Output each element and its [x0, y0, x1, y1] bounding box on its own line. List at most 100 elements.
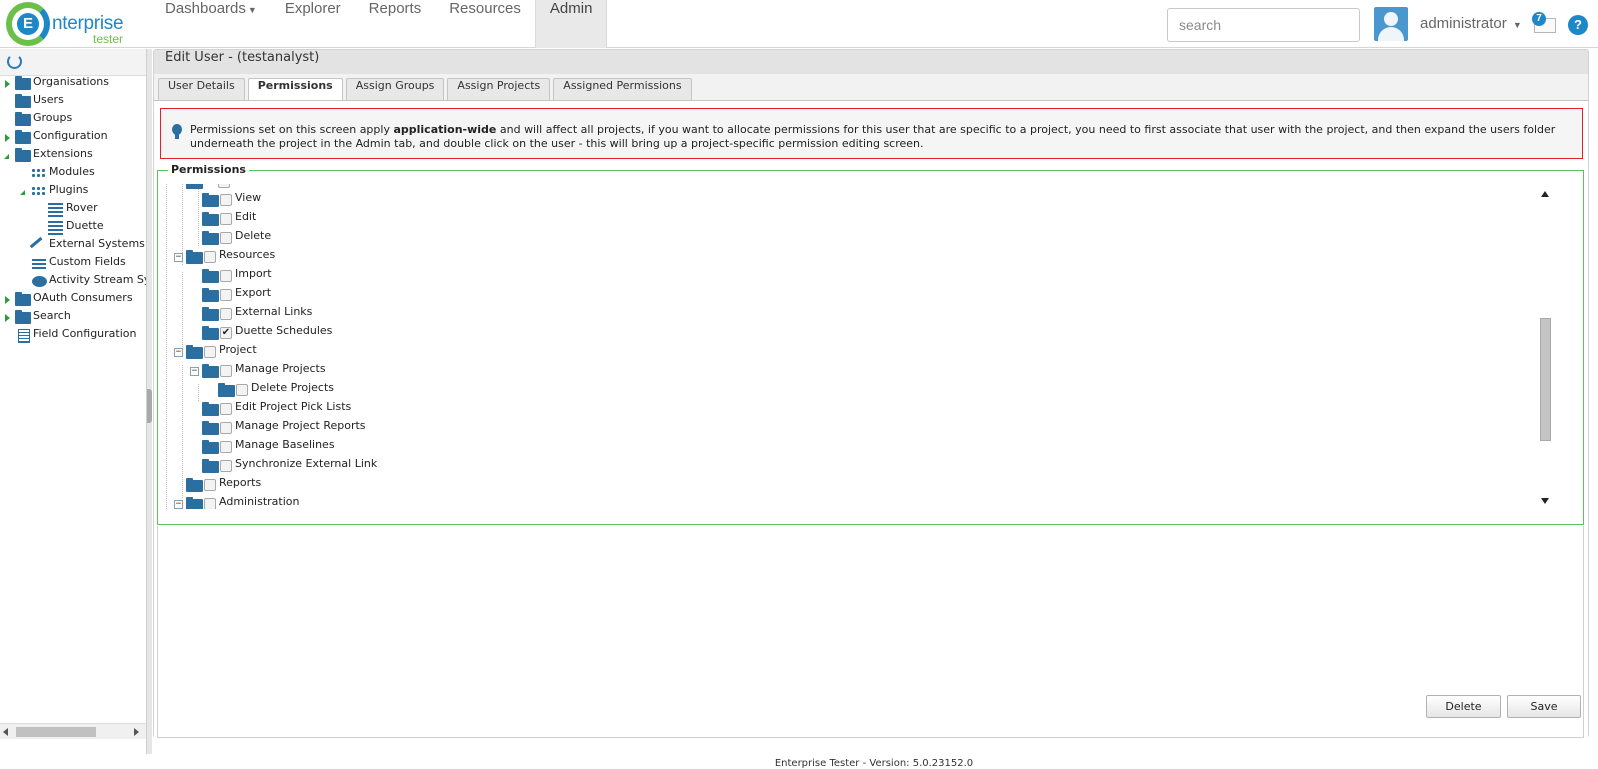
permissions-tree: View Edit Delete − Resources Import Expo… [159, 184, 1532, 509]
permission-checkbox[interactable] [220, 422, 232, 434]
permission-checkbox[interactable] [204, 479, 216, 491]
nav-dashboards[interactable]: Dashboards ▼ [151, 0, 271, 48]
tree-item-configuration[interactable]: Configuration [0, 129, 146, 147]
expand-arrow-icon[interactable] [5, 80, 10, 88]
collapse-toggle-icon[interactable]: − [174, 500, 183, 509]
permission-label[interactable]: Duette Schedules [235, 324, 332, 337]
tree-item-plugins[interactable]: Plugins [0, 183, 146, 201]
tree-item-label: Configuration [33, 129, 108, 142]
scroll-left-arrow-icon[interactable] [3, 728, 8, 736]
permission-checkbox[interactable] [220, 194, 232, 206]
nav-resources[interactable]: Resources [435, 0, 535, 48]
user-menu[interactable]: administrator ▼ [1420, 15, 1522, 32]
search-input[interactable] [1167, 8, 1360, 42]
splitter-collapse-handle[interactable] [147, 389, 152, 423]
expand-arrow-icon[interactable] [5, 134, 10, 142]
permission-label[interactable]: View [235, 191, 261, 204]
tree-item-groups[interactable]: Groups [0, 111, 146, 129]
collapse-toggle-icon[interactable]: − [190, 367, 199, 376]
expand-arrow-icon[interactable] [5, 296, 10, 304]
scrollbar-thumb[interactable] [1540, 318, 1551, 441]
permission-checkbox[interactable] [204, 346, 216, 358]
permission-checkbox[interactable] [220, 365, 232, 377]
permission-label[interactable]: Synchronize External Link [235, 457, 377, 470]
permission-checkbox[interactable] [220, 289, 232, 301]
expand-arrow-icon[interactable] [5, 314, 10, 322]
nav-reports[interactable]: Reports [355, 0, 436, 48]
collapse-arrow-icon[interactable] [4, 154, 9, 159]
tab-assigned-permissions[interactable]: Assigned Permissions [553, 78, 692, 100]
permission-checkbox[interactable] [218, 184, 230, 188]
collapse-toggle-icon[interactable]: − [174, 348, 183, 357]
nav-admin[interactable]: Admin [534, 0, 608, 48]
tree-item-label: Search [33, 309, 71, 322]
permission-label[interactable]: Edit [235, 210, 256, 223]
permission-label[interactable]: Project [219, 343, 257, 356]
delete-button[interactable]: Delete [1426, 695, 1501, 718]
refresh-icon[interactable] [7, 54, 22, 69]
permission-checkbox-checked[interactable]: ✔ [220, 327, 232, 339]
collapse-arrow-icon[interactable] [20, 190, 25, 195]
folder-icon [202, 231, 219, 245]
tab-assign-projects[interactable]: Assign Projects [447, 78, 551, 100]
tree-horizontal-scrollbar[interactable] [0, 723, 146, 739]
tree-item-users[interactable]: Users [0, 93, 146, 111]
permissions-vertical-scrollbar[interactable] [1539, 187, 1552, 508]
permission-checkbox[interactable] [204, 498, 216, 509]
permission-checkbox[interactable] [220, 270, 232, 282]
tree-item-custom-fields[interactable]: Custom Fields [0, 255, 146, 273]
scrollbar-thumb[interactable] [16, 727, 96, 737]
permission-label[interactable]: Import [235, 267, 272, 280]
permission-label[interactable]: Delete [235, 229, 271, 242]
tab-permissions[interactable]: Permissions [247, 78, 343, 101]
tree-item-search[interactable]: Search [0, 309, 146, 327]
permission-checkbox[interactable] [220, 213, 232, 225]
tree-item-external-systems[interactable]: External Systems [0, 236, 146, 256]
permission-label[interactable]: Export [235, 286, 271, 299]
tree-item-modules[interactable]: Modules [0, 165, 146, 183]
permission-row: − Project [159, 343, 759, 362]
tree-item-duette[interactable]: Duette [0, 219, 146, 237]
permission-label[interactable]: Reports [219, 476, 261, 489]
permission-checkbox[interactable] [220, 232, 232, 244]
tree-item-organisations[interactable]: Organisations [0, 75, 146, 93]
help-icon[interactable]: ? [1568, 15, 1588, 35]
tree-item-label: Plugins [49, 183, 89, 196]
permission-row: Edit [159, 210, 759, 229]
permission-checkbox[interactable] [220, 403, 232, 415]
folder-icon [218, 383, 235, 397]
nav-explorer[interactable]: Explorer [271, 0, 355, 48]
permission-label[interactable]: Manage Baselines [235, 438, 335, 451]
permission-label[interactable]: Resources [219, 248, 275, 261]
scroll-down-arrow-icon[interactable] [1541, 498, 1549, 504]
list-icon [48, 203, 63, 217]
scroll-up-arrow-icon[interactable] [1541, 191, 1549, 197]
permission-checkbox[interactable] [220, 460, 232, 472]
tree-item-rover[interactable]: Rover [0, 201, 146, 219]
permission-checkbox[interactable] [204, 251, 216, 263]
permission-label[interactable]: External Links [235, 305, 312, 318]
permission-label[interactable]: Manage Projects [235, 362, 326, 375]
save-button[interactable]: Save [1507, 695, 1581, 718]
tree-item-activity-stream-sync[interactable]: Activity Stream Sync [0, 273, 146, 291]
tree-item-field-configuration[interactable]: Field Configuration [0, 327, 146, 345]
tree-item-extensions[interactable]: Extensions [0, 147, 146, 165]
permission-label[interactable]: Delete Projects [251, 381, 334, 394]
permission-checkbox[interactable] [236, 384, 248, 396]
permission-label[interactable]: Edit Project Pick Lists [235, 400, 351, 413]
permission-checkbox[interactable] [220, 308, 232, 320]
mail-count-badge: 7 [1532, 12, 1546, 26]
collapse-toggle-icon[interactable]: − [174, 253, 183, 262]
panel-splitter[interactable] [147, 49, 152, 754]
tree-item-oauth-consumers[interactable]: OAuth Consumers [0, 291, 146, 309]
scroll-right-arrow-icon[interactable] [134, 728, 139, 736]
main-nav: Dashboards ▼ Explorer Reports Resources A… [151, 0, 608, 48]
permission-row: Delete [159, 229, 759, 248]
enterprise-tester-logo[interactable]: E nterprise tester [6, 2, 146, 46]
permission-label[interactable]: Administration [219, 495, 300, 508]
tab-user-details[interactable]: User Details [158, 78, 245, 100]
avatar[interactable] [1374, 7, 1408, 41]
permission-label[interactable]: Manage Project Reports [235, 419, 366, 432]
permission-checkbox[interactable] [220, 441, 232, 453]
tab-assign-groups[interactable]: Assign Groups [345, 78, 445, 100]
